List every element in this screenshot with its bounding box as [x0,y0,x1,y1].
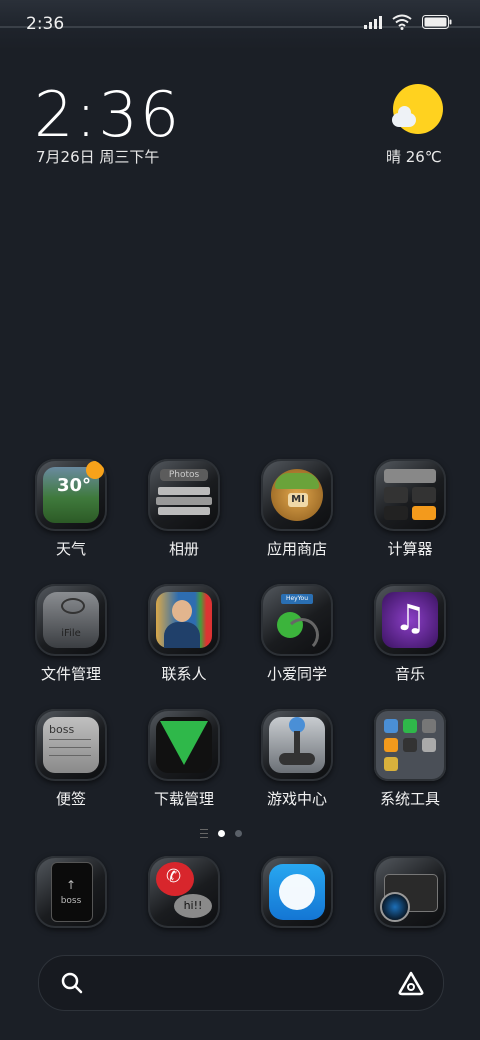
app-label: 便签 [55,790,86,808]
app-store[interactable]: MI 应用商店 [247,459,347,559]
app-label: 下载管理 [153,790,214,808]
notes-icon: boss [35,709,107,781]
cloud-icon [392,106,416,127]
list-icon [200,829,208,838]
app-store-tile-text: MI [288,493,308,507]
app-weather[interactable]: 30° 天气 [21,459,121,559]
phone-tile-text: boss [60,896,82,906]
dock-messages[interactable]: ✆ hi!! [134,856,234,928]
game-center-icon [261,709,333,781]
weather-tile-temp: 30° [57,475,92,496]
photos-tile-text: Photos [160,469,208,481]
app-label: 联系人 [161,665,207,683]
clock-widget[interactable]: 2:36 [34,78,181,151]
app-music[interactable]: ♫ 音乐 [360,584,460,684]
app-photos[interactable]: Photos 相册 [134,459,234,559]
assistant-icon: HeyYou [261,584,333,656]
assistant-tile-text: HeyYou [281,594,313,604]
phone-icon: boss ↑ [35,856,107,928]
app-contacts[interactable]: 联系人 [134,584,234,684]
dock-browser[interactable] [247,856,347,928]
app-label: 天气 [55,540,86,558]
status-icons [364,14,452,30]
status-bar: 2:36 [0,0,480,50]
weather-text: 晴 26℃ [386,148,442,166]
search-bar[interactable] [38,955,444,1011]
app-file-manager[interactable]: iFile 文件管理 [21,584,121,684]
assistant-triangle-icon[interactable] [397,970,425,996]
music-icon: ♫ [374,584,446,656]
weather-icon: 30° [35,459,107,531]
system-tools-folder-icon [374,709,446,781]
battery-icon [422,15,452,29]
app-label: 计算器 [387,540,433,558]
dock-phone[interactable]: boss ↑ [21,856,121,928]
notes-tile-text: boss [49,723,75,736]
status-time: 2:36 [26,14,65,34]
app-game-center[interactable]: 游戏中心 [247,709,347,809]
app-store-icon: MI [261,459,333,531]
app-label: 文件管理 [40,665,101,683]
folder-system-tools[interactable]: 系统工具 [360,709,460,809]
download-icon [148,709,220,781]
messages-icon: ✆ hi!! [148,856,220,928]
camera-icon [374,856,446,928]
calculator-icon [374,459,446,531]
signal-icon [364,15,382,29]
app-download[interactable]: 下载管理 [134,709,234,809]
file-manager-tile-text: iFile [61,628,81,639]
app-label: 系统工具 [379,790,440,808]
photos-icon: Photos [148,459,220,531]
browser-icon [261,856,333,928]
contacts-icon [148,584,220,656]
app-calculator[interactable]: 计算器 [360,459,460,559]
app-label: 音乐 [394,665,425,683]
file-manager-icon: iFile [35,584,107,656]
date-text: 7月26日 周三下午 [36,148,160,166]
app-label: 游戏中心 [266,790,327,808]
wifi-icon [392,14,412,30]
app-label: 相册 [168,540,199,558]
page-indicator[interactable] [200,829,242,838]
app-notes[interactable]: boss 便签 [21,709,121,809]
app-label: 小爱同学 [266,665,327,683]
messages-tile-text: hi!! [174,894,212,918]
dock-camera[interactable] [360,856,460,928]
search-icon[interactable] [61,972,83,994]
app-label: 应用商店 [266,540,327,558]
page-dot-active [218,830,225,837]
app-assistant[interactable]: HeyYou 小爱同学 [247,584,347,684]
page-dot [235,830,242,837]
